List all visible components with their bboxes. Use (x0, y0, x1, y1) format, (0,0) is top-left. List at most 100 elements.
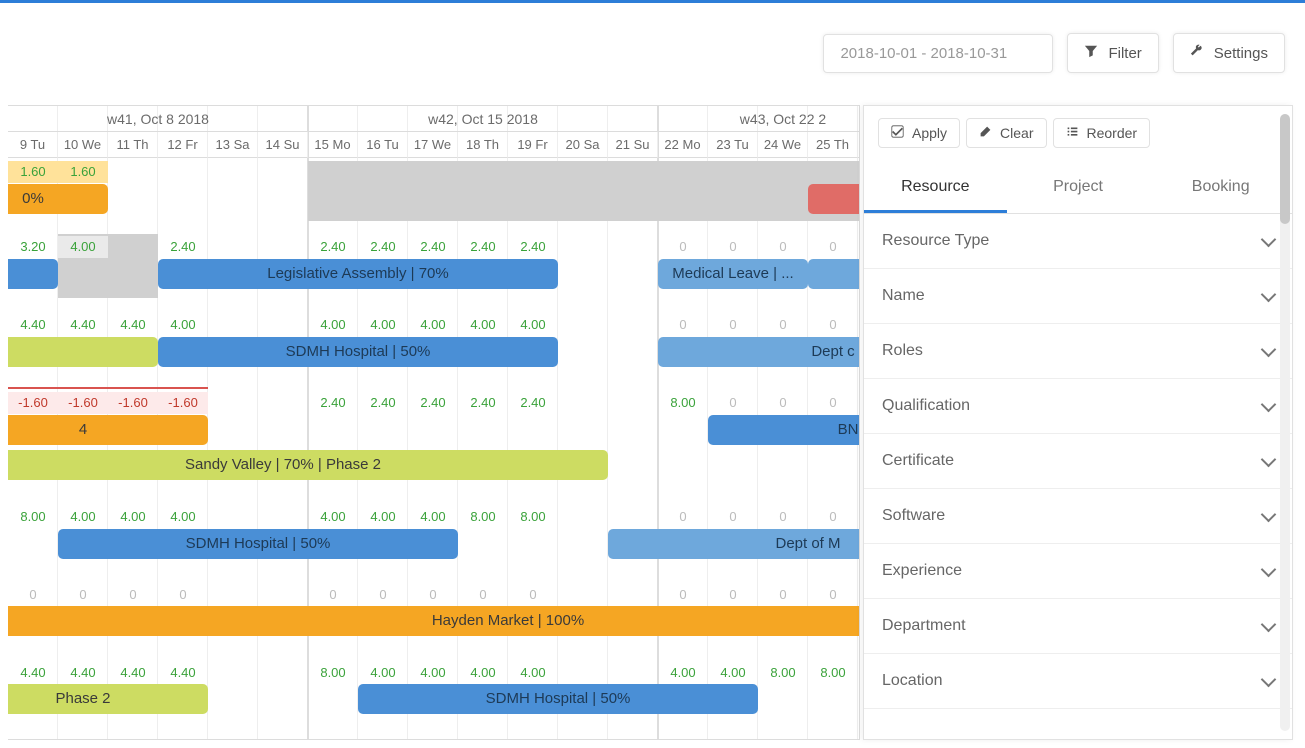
tab-booking[interactable]: Booking (1149, 164, 1292, 213)
capacity-cell: 4.00 (708, 662, 758, 684)
booking-bar[interactable] (8, 259, 58, 289)
chevron-down-icon (1263, 617, 1274, 635)
filter-experience[interactable]: Experience (864, 544, 1292, 599)
capacity-cell: 0 (658, 236, 708, 258)
capacity-cell: 2.40 (408, 392, 458, 414)
day-header[interactable]: 17 We (408, 132, 458, 158)
booking-bar[interactable]: SDMH Hospital | 50% (358, 684, 758, 714)
booking-bar[interactable]: BNG I (708, 415, 860, 445)
capacity-cell: 2.40 (358, 392, 408, 414)
capacity-cell: 4.40 (108, 314, 158, 336)
capacity-cell: 4.00 (358, 314, 408, 336)
capacity-cell: 0 (708, 314, 758, 336)
capacity-cell: 4.00 (358, 506, 408, 528)
filter-button-label: Filter (1108, 45, 1141, 62)
day-header[interactable]: 15 Mo (308, 132, 358, 158)
day-header[interactable]: 11 Th (108, 132, 158, 158)
capacity-cell: 2.40 (508, 392, 558, 414)
filter-location[interactable]: Location (864, 654, 1292, 709)
day-header[interactable]: 16 Tu (358, 132, 408, 158)
filter-roles[interactable]: Roles (864, 324, 1292, 379)
booking-bar[interactable]: Legislative Assembly | 70% (158, 259, 558, 289)
capacity-cell: 0 (708, 584, 758, 606)
capacity-cell: 1.60 (58, 161, 108, 183)
capacity-cell: 4.00 (658, 662, 708, 684)
capacity-cell: 2.40 (508, 236, 558, 258)
settings-button[interactable]: Settings (1173, 33, 1285, 73)
booking-bar[interactable]: 0% (8, 184, 108, 214)
capacity-cell: 4.40 (108, 662, 158, 684)
week-header: w41, Oct 8 2018 (8, 106, 308, 132)
booking-bar[interactable]: Casual (808, 259, 860, 289)
scrollbar-thumb[interactable] (1280, 114, 1290, 224)
capacity-cell: 0 (458, 584, 508, 606)
capacity-cell: 4.00 (408, 662, 458, 684)
tab-project[interactable]: Project (1007, 164, 1150, 213)
day-header[interactable]: 12 Fr (158, 132, 208, 158)
apply-button[interactable]: Apply (878, 118, 960, 148)
booking-bar[interactable]: Dept c (658, 337, 860, 367)
filter-name[interactable]: Name (864, 269, 1292, 324)
filter-department[interactable]: Department (864, 599, 1292, 654)
capacity-cell: 4.00 (358, 662, 408, 684)
booking-bar[interactable]: 4 (8, 415, 208, 445)
booking-bar[interactable]: Medical Leave | ... (658, 259, 808, 289)
reorder-button-label: Reorder (1087, 125, 1138, 141)
reorder-button[interactable]: Reorder (1053, 118, 1151, 148)
clear-button[interactable]: Clear (966, 118, 1046, 148)
tab-resource[interactable]: Resource (864, 164, 1007, 213)
apply-button-label: Apply (912, 125, 947, 141)
day-header[interactable]: 14 Su (258, 132, 308, 158)
booking-bar[interactable] (8, 337, 158, 367)
date-range-input[interactable]: 2018-10-01 - 2018-10-31 (823, 34, 1053, 73)
booking-bar[interactable]: Sandy Valley | 70% | Phase 2 (8, 450, 608, 480)
capacity-cell: 0 (708, 392, 758, 414)
day-header[interactable]: 26 Fr (858, 132, 860, 158)
check-icon (891, 125, 904, 141)
day-header[interactable]: 20 Sa (558, 132, 608, 158)
capacity-cell: 4.40 (8, 662, 58, 684)
capacity-cell: 4.00 (58, 236, 108, 258)
filter-resource-type[interactable]: Resource Type (864, 214, 1292, 269)
grid-column (258, 106, 308, 739)
capacity-cell: 0 (358, 584, 408, 606)
capacity-cell: 4.00 (58, 506, 108, 528)
capacity-cell: 2.40 (308, 236, 358, 258)
week-header: w42, Oct 15 2018 (308, 106, 658, 132)
wrench-icon (1190, 44, 1204, 62)
capacity-cell: 4.00 (158, 506, 208, 528)
day-header[interactable]: 19 Fr (508, 132, 558, 158)
capacity-cell: 4.40 (58, 662, 108, 684)
capacity-cell: 4.00 (408, 506, 458, 528)
capacity-cell: 0 (308, 584, 358, 606)
filter-certificate[interactable]: Certificate (864, 434, 1292, 489)
day-header[interactable]: 23 Tu (708, 132, 758, 158)
booking-bar[interactable]: Hayden Market | 100% (8, 606, 860, 636)
day-header[interactable]: 24 We (758, 132, 808, 158)
day-header[interactable]: 9 Tu (8, 132, 58, 158)
booking-bar[interactable]: SDMH Hospital | 50% (58, 529, 458, 559)
day-header[interactable]: 25 Th (808, 132, 858, 158)
day-header[interactable]: 21 Su (608, 132, 658, 158)
filter-button[interactable]: Filter (1067, 33, 1158, 73)
booking-bar[interactable]: Dept of M (608, 529, 860, 559)
capacity-cell: 2.40 (408, 236, 458, 258)
booking-bar[interactable]: SDMH Hospital | 50% (158, 337, 558, 367)
day-header[interactable]: 13 Sa (208, 132, 258, 158)
chevron-down-icon (1263, 452, 1274, 470)
capacity-cell: 8.00 (808, 662, 858, 684)
filter-panel: Apply Clear Reorder Resource Project Boo… (863, 105, 1293, 740)
day-header[interactable]: 10 We (58, 132, 108, 158)
panel-scrollbar[interactable] (1280, 114, 1290, 731)
filter-software[interactable]: Software (864, 489, 1292, 544)
day-header[interactable]: 18 Th (458, 132, 508, 158)
gantt-chart[interactable]: w41, Oct 8 2018w42, Oct 15 2018w43, Oct … (8, 105, 860, 740)
booking-bar[interactable]: Phase 2 (8, 684, 208, 714)
day-header[interactable]: 22 Mo (658, 132, 708, 158)
capacity-cell: 0 (758, 314, 808, 336)
booking-bar[interactable] (808, 184, 860, 214)
capacity-cell: 2.40 (308, 392, 358, 414)
capacity-cell: 4.40 (8, 314, 58, 336)
filter-qualification[interactable]: Qualification (864, 379, 1292, 434)
capacity-cell: -1.60 (158, 392, 208, 414)
